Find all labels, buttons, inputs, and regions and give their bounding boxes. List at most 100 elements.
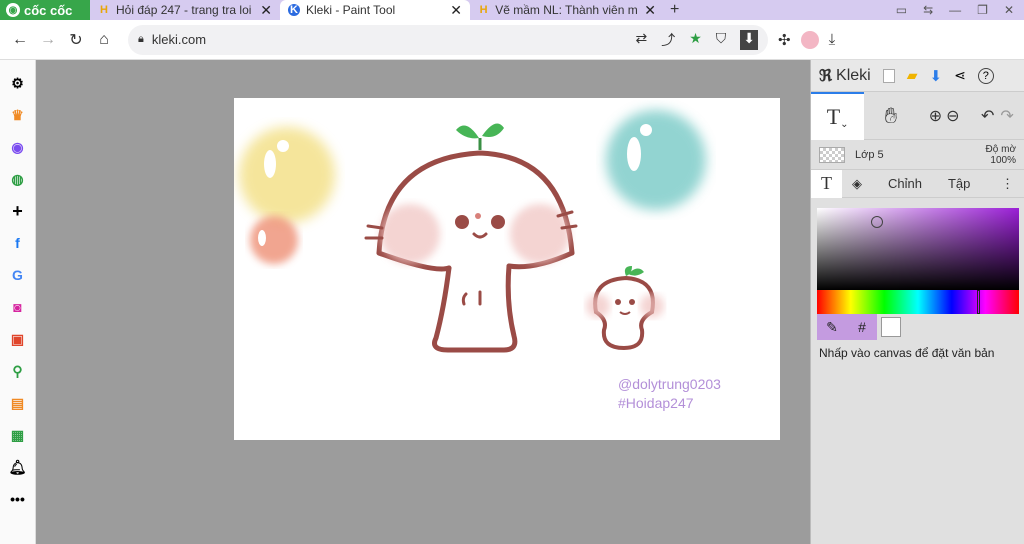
layer-thumbnail <box>819 146 845 163</box>
tab-label: Kleki - Paint Tool <box>306 3 396 17</box>
redo-icon[interactable]: ↷ <box>1000 106 1013 126</box>
forward-arrow-icon[interactable]: → <box>34 26 62 54</box>
zoom-buttons: ⊕ ⊖ <box>918 92 971 140</box>
hue-slider-handle[interactable] <box>977 290 980 314</box>
bubble-shine <box>264 150 276 178</box>
address-bar[interactable]: 🔒︎ kleki.com ⇄ ⤴ ★ ⛉ ⬇ <box>128 24 768 55</box>
tab-text-tool[interactable]: T <box>811 169 842 198</box>
kleki-panel: ℜ Kleki ▰ ⬇ ⋖ ? T ⌄ ✋︎ ⊕ ⊖ ↶ ↷ Lớp 5 Độ … <box>810 60 1024 544</box>
kleki-logo[interactable]: ℜ Kleki <box>819 66 871 86</box>
kleki-favicon-icon: K <box>288 4 300 16</box>
tool-dropdown-icon[interactable]: ⌄ <box>840 119 848 130</box>
eye-right <box>491 215 505 229</box>
messenger-icon[interactable]: ◉ <box>7 136 29 158</box>
help-icon[interactable]: ? <box>977 67 994 84</box>
text-tool-button[interactable]: T ⌄ <box>811 91 865 140</box>
layer-row[interactable]: Lớp 5 Độ mờ 100% <box>811 140 1024 170</box>
add-icon[interactable]: + <box>7 200 29 222</box>
tab-layers[interactable]: ◈ <box>842 170 872 198</box>
color-picker-handle[interactable] <box>871 216 883 228</box>
opacity-value: 100% <box>990 154 1016 166</box>
shield-icon[interactable]: ⛉ <box>716 30 727 50</box>
reload-icon[interactable]: ↻ <box>62 26 90 54</box>
home-icon[interactable]: ⌂ <box>90 26 118 54</box>
search-map-icon[interactable]: ⚲ <box>7 360 29 382</box>
tab-label: Vẽ mầm NL: Thành viên mới <box>495 3 639 17</box>
close-tab-icon[interactable]: ✕ <box>644 2 656 19</box>
close-tab-icon[interactable]: ✕ <box>260 2 272 19</box>
hoidap-favicon-icon: H <box>479 4 488 16</box>
close-window-icon[interactable]: ✕ <box>1004 3 1014 17</box>
download-page-icon[interactable]: ⬇ <box>740 29 758 50</box>
window-controls: ▭ ⇆ — ❐ ✕ <box>896 3 1024 17</box>
coccoc-icon: ◉ <box>6 3 20 17</box>
hex-input-button[interactable]: # <box>847 314 877 340</box>
instagram-icon[interactable]: ◙ <box>7 296 29 318</box>
shopping-icon[interactable]: ▣ <box>7 328 29 350</box>
crown-icon[interactable]: ♛ <box>7 104 29 126</box>
notification-bell-icon[interactable]: 🔔︎ <box>7 456 29 478</box>
bookmark-star-icon[interactable]: ★ <box>689 30 702 50</box>
zoom-out-icon[interactable]: ⊖ <box>946 106 959 126</box>
translate-icon[interactable]: ⇄ <box>635 30 647 50</box>
color-saturation-box[interactable] <box>817 208 1019 290</box>
tab-label: Hỏi đáp 247 - trang tra loi <box>116 3 252 17</box>
zoom-in-icon[interactable]: ⊕ <box>929 106 942 126</box>
back-arrow-icon[interactable]: ← <box>6 26 34 54</box>
facebook-icon[interactable]: f <box>7 232 29 254</box>
layer-opacity: Độ mờ 100% <box>986 144 1016 166</box>
kleki-workspace[interactable]: @dolytrung0203 #Hoidap247 <box>36 60 810 544</box>
color-tools: ✎ # <box>817 314 901 340</box>
spreadsheet-icon[interactable]: ▦ <box>7 424 29 446</box>
minimize-icon[interactable]: — <box>949 3 961 17</box>
downloads-icon[interactable]: ⤓ <box>829 31 836 48</box>
more-vertical-icon[interactable]: ⋮ <box>991 170 1024 198</box>
tab-adjust[interactable]: Chỉnh <box>872 170 938 198</box>
gamepad-icon[interactable]: ◍ <box>7 168 29 190</box>
back-window-icon[interactable]: ⇆ <box>923 3 933 17</box>
hand-tool-button[interactable]: ✋︎ <box>864 92 917 140</box>
download-icon[interactable]: ⬇ <box>930 67 943 85</box>
hue-slider[interactable] <box>817 290 1019 314</box>
nav-bar: ← → ↻ ⌂ 🔒︎ kleki.com ⇄ ⤴ ★ ⛉ ⬇ ✣ ⤓ <box>0 20 1024 60</box>
canvas-artwork: @dolytrung0203 #Hoidap247 <box>239 110 721 411</box>
new-image-icon[interactable] <box>882 68 895 83</box>
yellow-bubble <box>239 127 335 223</box>
layers-icon: ◈ <box>852 175 862 191</box>
nav-right-tools: ✣ ⤓ <box>778 30 836 49</box>
teal-bubble <box>606 110 706 210</box>
tool-row: T ⌄ ✋︎ ⊕ ⊖ ↶ ↷ <box>811 91 1024 140</box>
hoidap-favicon-icon: H <box>100 4 108 16</box>
share-icon[interactable]: ⤴ <box>661 30 675 50</box>
open-folder-icon[interactable]: ▰ <box>907 67 918 84</box>
more-icon[interactable]: ••• <box>7 488 29 510</box>
extensions-icon[interactable]: ✣ <box>778 31 791 49</box>
tab-file[interactable]: Tập <box>938 170 980 198</box>
new-tab-icon[interactable]: + <box>664 1 685 19</box>
restore-icon[interactable]: ❐ <box>977 3 988 17</box>
drawing-canvas[interactable]: @dolytrung0203 #Hoidap247 <box>234 98 780 440</box>
tab-hoidap[interactable]: H Hỏi đáp 247 - trang tra loi ✕ <box>90 0 280 20</box>
coccoc-logo[interactable]: ◉ cốc cốc <box>0 0 90 20</box>
undo-redo: ↶ ↷ <box>971 92 1024 140</box>
tab-vemam[interactable]: H Vẽ mầm NL: Thành viên mới ✕ <box>470 0 664 20</box>
signature-line-2: #Hoidap247 <box>618 395 694 411</box>
tab-kleki[interactable]: K Kleki - Paint Tool ✕ <box>280 0 470 20</box>
settings-gear-icon[interactable]: ⚙ <box>7 72 29 94</box>
opacity-label: Độ mờ <box>985 143 1016 155</box>
cart-icon[interactable]: ▤ <box>7 392 29 414</box>
layer-name: Lớp 5 <box>855 148 884 161</box>
sprout-leaf-left <box>456 125 479 139</box>
undo-icon[interactable]: ↶ <box>981 106 994 126</box>
eyedropper-icon[interactable]: ✎ <box>817 314 847 340</box>
share-icon[interactable]: ⋖ <box>954 67 966 84</box>
profile-avatar-icon[interactable] <box>800 30 819 49</box>
lock-icon: 🔒︎ <box>138 33 144 45</box>
google-icon[interactable]: G <box>7 264 29 286</box>
close-tab-icon[interactable]: ✕ <box>450 2 462 19</box>
browser-sidebar: ⚙ ♛ ◉ ◍ + f G ◙ ▣ ⚲ ▤ ▦ 🔔︎ ••• <box>0 60 36 544</box>
text-tool-icon: T <box>826 103 841 129</box>
current-color-swatch[interactable] <box>881 317 901 337</box>
eye-left <box>455 215 469 229</box>
tab-search-icon[interactable]: ▭ <box>896 3 907 17</box>
